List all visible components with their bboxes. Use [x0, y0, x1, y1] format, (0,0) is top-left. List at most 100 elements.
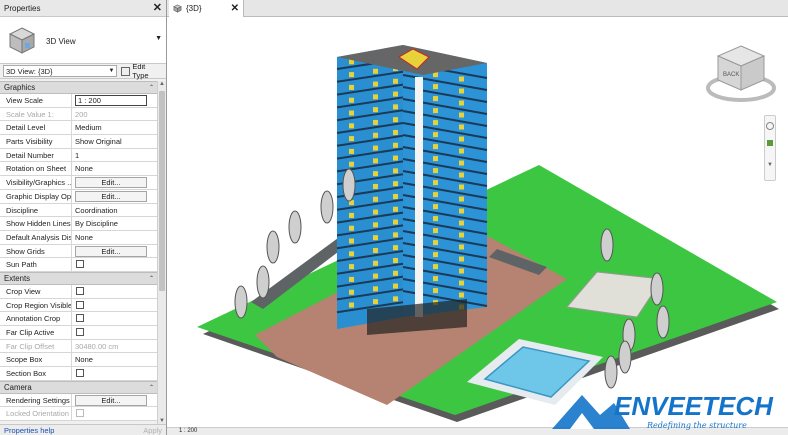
property-checkbox[interactable]: [76, 260, 84, 269]
chevron-down-icon: ▼: [108, 68, 115, 74]
window: [433, 84, 438, 90]
view-area: {3D} ✕ BACK ▼ 1: 200 ENVEETECH Redefini…: [167, 0, 788, 435]
scroll-up-icon[interactable]: ▲: [158, 81, 166, 87]
window: [393, 283, 398, 289]
properties-footer: Properties help Apply: [0, 424, 166, 435]
window: [373, 94, 378, 100]
edit-button[interactable]: Edit...: [75, 394, 147, 406]
property-value[interactable]: Medium: [72, 121, 157, 134]
property-row: Detail Number 1: [0, 148, 157, 163]
property-value[interactable]: None: [72, 231, 157, 244]
3d-model-canvas[interactable]: [167, 17, 788, 427]
status-scale[interactable]: 1 : 200: [179, 428, 197, 435]
tree: [604, 355, 618, 389]
lift-shaft: [415, 77, 423, 317]
window: [349, 84, 354, 90]
property-checkbox[interactable]: [76, 328, 84, 336]
section-header[interactable]: Graphics ⌃: [0, 81, 157, 94]
chevron-up-icon[interactable]: ⌃: [149, 384, 154, 391]
window: [433, 192, 438, 198]
chevron-down-icon[interactable]: ▼: [155, 35, 162, 42]
watermark-brand: ENVEETECH: [614, 391, 774, 421]
section-header[interactable]: Camera ⌃: [0, 380, 157, 394]
property-row: Locked Orientation: [0, 407, 157, 422]
property-row: Visibility/Graphics ... Edit...: [0, 176, 157, 190]
property-label: Discipline: [0, 203, 72, 217]
window: [349, 161, 354, 167]
edit-button[interactable]: Edit...: [75, 245, 147, 257]
property-checkbox[interactable]: [76, 369, 84, 378]
window: [393, 245, 398, 251]
chevron-down-icon[interactable]: ▼: [765, 162, 775, 168]
property-checkbox[interactable]: [76, 409, 84, 418]
tab-3d-view[interactable]: {3D} ✕: [169, 0, 244, 17]
zoom-icon[interactable]: [767, 140, 773, 146]
window: [373, 183, 378, 189]
watermark-tagline: Redefining the structure: [646, 421, 747, 430]
steering-wheel-icon[interactable]: [766, 122, 774, 130]
property-row: Discipline Coordination: [0, 203, 157, 218]
apply-button[interactable]: Apply: [143, 426, 162, 435]
property-label: Crop Region Visible: [0, 298, 72, 312]
property-row: Far Clip Offset 30480.00 cm: [0, 339, 157, 354]
window: [373, 158, 378, 164]
window: [433, 252, 438, 258]
property-value: 1 : 200: [72, 94, 157, 107]
property-value[interactable]: By Discipline: [72, 217, 157, 230]
property-row: Scale Value 1: 200: [0, 107, 157, 122]
property-row: Section Box: [0, 367, 157, 381]
property-value[interactable]: None: [72, 353, 157, 366]
property-value-input[interactable]: 1 : 200: [75, 94, 147, 106]
window: [373, 235, 378, 241]
window: [373, 286, 378, 292]
properties-scrollbar[interactable]: ▲ ▼: [157, 81, 166, 424]
property-label: Sun Path: [0, 258, 72, 271]
edit-button[interactable]: Edit...: [75, 177, 147, 189]
chevron-up-icon[interactable]: ⌃: [149, 84, 154, 91]
property-checkbox[interactable]: [76, 314, 84, 323]
viewcube-face-label: BACK: [723, 72, 739, 78]
close-icon[interactable]: ✕: [153, 3, 162, 14]
window: [349, 97, 354, 103]
property-label: Far Clip Offset: [0, 339, 72, 353]
window: [459, 112, 464, 118]
chevron-up-icon[interactable]: ⌃: [149, 275, 154, 282]
property-checkbox[interactable]: [76, 286, 84, 295]
property-label: Far Clip Active: [0, 326, 72, 339]
window: [459, 184, 464, 190]
property-row: Show Grids Edit...: [0, 244, 157, 259]
window: [459, 244, 464, 250]
window: [433, 132, 438, 138]
property-row: Rotation on Sheet None: [0, 162, 157, 177]
property-value[interactable]: Coordination: [72, 204, 157, 217]
property-label: Default Analysis Dis...: [0, 230, 72, 244]
property-row: Default Analysis Dis... None: [0, 230, 157, 245]
property-label: Locked Orientation: [0, 407, 72, 421]
edit-button[interactable]: Edit...: [75, 190, 147, 202]
close-icon[interactable]: ✕: [231, 3, 239, 14]
window: [459, 232, 464, 238]
window: [373, 299, 378, 305]
scrollbar-thumb[interactable]: [159, 91, 165, 291]
view-instance-dropdown[interactable]: 3D View: {3D} ▼: [3, 65, 118, 77]
navigation-bar[interactable]: ▼: [764, 115, 776, 181]
window: [349, 110, 354, 116]
section-header[interactable]: Extents ⌃: [0, 271, 157, 285]
window: [393, 142, 398, 148]
window: [433, 168, 438, 174]
window: [349, 212, 354, 218]
property-value[interactable]: Show Original: [72, 135, 157, 148]
window: [393, 168, 398, 174]
property-label: Rotation on Sheet: [0, 162, 72, 176]
edit-type-button[interactable]: Edit Type: [121, 62, 163, 80]
property-checkbox[interactable]: [76, 300, 84, 309]
property-row: Rendering Settings Edit...: [0, 393, 157, 408]
window: [459, 268, 464, 274]
window: [433, 156, 438, 162]
type-selector[interactable]: 3D View ▼: [0, 17, 166, 64]
property-value[interactable]: 1: [72, 149, 157, 162]
viewcube[interactable]: BACK: [706, 38, 776, 106]
property-value[interactable]: None: [72, 162, 157, 175]
properties-title: Properties: [4, 3, 41, 13]
properties-help-link[interactable]: Properties help: [4, 426, 54, 435]
